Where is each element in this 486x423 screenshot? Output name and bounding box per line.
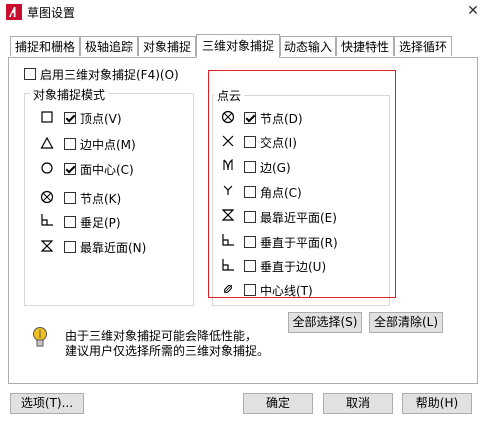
pc-corner-label[interactable]: 角点(C) (260, 184, 302, 201)
tab-3d-object-snap[interactable]: 三维对象捕捉 (196, 34, 280, 58)
pc-intersection-label[interactable]: 交点(I) (260, 134, 297, 151)
intersection-x-icon (222, 135, 234, 147)
pc-perp-edge-label[interactable]: 垂直于边(U) (260, 258, 326, 275)
nearest-plane-icon (221, 209, 235, 221)
knot-label[interactable]: 节点(K) (80, 190, 121, 207)
window-title: 草图设置 (27, 6, 76, 20)
tab-selection-cycling[interactable]: 选择循环 (394, 36, 452, 56)
perpendicular-icon (41, 214, 53, 226)
pc-nearest-plane-label[interactable]: 最靠近平面(E) (260, 209, 337, 226)
pc-node-label[interactable]: 节点(D) (260, 110, 303, 127)
enable-3d-snap-label[interactable]: 启用三维对象捕捉(F4)(O) (40, 66, 179, 83)
tab-quick-properties[interactable]: 快捷特性 (336, 36, 394, 56)
edge-icon (223, 158, 233, 171)
corner-y-icon (223, 185, 233, 195)
perpendicular-edge-icon (222, 259, 234, 271)
lightbulb-icon (33, 327, 47, 347)
pc-corner-checkbox[interactable] (244, 186, 256, 198)
node-icon (221, 110, 235, 124)
pc-centerline-checkbox[interactable] (244, 284, 256, 296)
pc-perp-edge-checkbox[interactable] (244, 260, 256, 272)
nearest-face-label[interactable]: 最靠近面(N) (80, 239, 146, 256)
centerline-icon (223, 284, 233, 294)
object-snap-mode-title: 对象捕捉模式 (30, 86, 109, 103)
autocad-app-icon (6, 4, 22, 20)
pc-perp-plane-label[interactable]: 垂直于平面(R) (260, 234, 338, 251)
nearest-hourglass-icon (40, 240, 54, 252)
perpendicular-plane-icon (222, 234, 234, 246)
select-all-button[interactable]: 全部选择(S) (288, 312, 362, 333)
pc-intersection-checkbox[interactable] (244, 136, 256, 148)
face-center-label[interactable]: 面中心(C) (80, 161, 134, 178)
pc-edge-label[interactable]: 边(G) (260, 159, 291, 176)
tab-snap-grid[interactable]: 捕捉和栅格 (10, 36, 80, 56)
midpoint-triangle-icon (40, 136, 54, 149)
close-button[interactable]: ✕ (462, 1, 484, 21)
tab-polar-tracking[interactable]: 极轴追踪 (80, 36, 138, 56)
center-circle-icon (41, 162, 53, 174)
title-bar: 草图设置 ✕ (0, 0, 486, 24)
tab-object-snap[interactable]: 对象捕捉 (138, 36, 196, 56)
node-icon (40, 190, 54, 204)
pc-node-checkbox[interactable] (244, 112, 256, 124)
face-center-checkbox[interactable] (64, 163, 76, 175)
vertex-label[interactable]: 顶点(V) (80, 110, 122, 127)
hint-line-2: 建议用户仅选择所需的三维对象捕捉。 (65, 344, 270, 358)
clear-all-button[interactable]: 全部清除(L) (369, 312, 443, 333)
pc-nearest-plane-checkbox[interactable] (244, 211, 256, 223)
tab-dynamic-input[interactable]: 动态输入 (280, 36, 336, 56)
vertex-checkbox[interactable] (64, 112, 76, 124)
cancel-button[interactable]: 取消 (323, 393, 393, 414)
pc-perp-plane-checkbox[interactable] (244, 236, 256, 248)
knot-checkbox[interactable] (64, 192, 76, 204)
pc-edge-checkbox[interactable] (244, 161, 256, 173)
help-button[interactable]: 帮助(H) (402, 393, 472, 414)
options-button[interactable]: 选项(T)... (10, 393, 84, 414)
vertex-square-icon (41, 111, 53, 123)
edge-midpoint-checkbox[interactable] (64, 138, 76, 150)
pc-centerline-label[interactable]: 中心线(T) (260, 282, 313, 299)
perpendicular-checkbox[interactable] (64, 216, 76, 228)
enable-3d-snap-checkbox[interactable] (24, 68, 36, 80)
nearest-face-checkbox[interactable] (64, 241, 76, 253)
perpendicular-label[interactable]: 垂足(P) (80, 214, 121, 231)
edge-midpoint-label[interactable]: 边中点(M) (80, 136, 136, 153)
ok-button[interactable]: 确定 (243, 393, 313, 414)
